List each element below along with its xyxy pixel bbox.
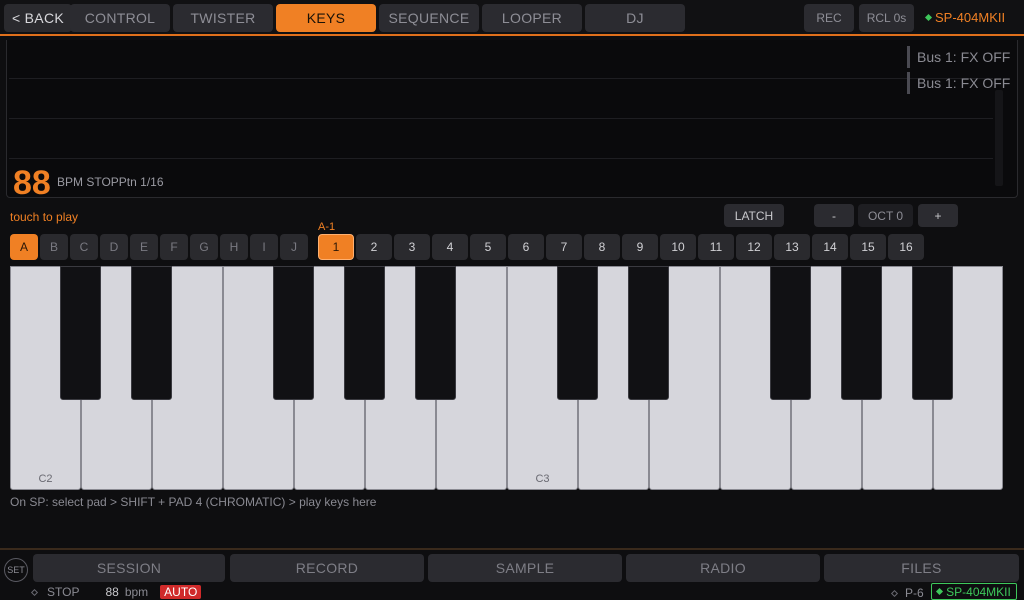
bank-button-i[interactable]: I bbox=[250, 234, 278, 260]
octave-up-button[interactable]: + bbox=[918, 204, 958, 227]
black-key[interactable] bbox=[841, 266, 882, 400]
black-key[interactable] bbox=[770, 266, 811, 400]
pad-indicator: P-6 bbox=[890, 586, 924, 600]
bank-button-d[interactable]: D bbox=[100, 234, 128, 260]
instruction-hint: On SP: select pad > SHIFT + PAD 4 (CHROM… bbox=[10, 495, 377, 509]
bpm-unit: bpm bbox=[124, 585, 149, 599]
bank-button-g[interactable]: G bbox=[190, 234, 218, 260]
pad-button-11[interactable]: 11 bbox=[698, 234, 734, 260]
diamond-icon bbox=[890, 589, 899, 597]
tab-record[interactable]: RECORD bbox=[230, 554, 424, 582]
black-key[interactable] bbox=[557, 266, 598, 400]
bpm-display: 88 bbox=[13, 164, 51, 202]
grid-line bbox=[9, 78, 993, 79]
piano-keyboard: C2 C3 bbox=[10, 266, 1003, 490]
black-key[interactable] bbox=[131, 266, 172, 400]
status-line: STOP 88 bpm AUTO bbox=[30, 584, 202, 600]
black-key[interactable] bbox=[628, 266, 669, 400]
transport-state: STOP bbox=[47, 585, 80, 599]
tab-radio[interactable]: RADIO bbox=[626, 554, 820, 582]
pad-button-12[interactable]: 12 bbox=[736, 234, 772, 260]
black-key[interactable] bbox=[344, 266, 385, 400]
key-label: C3 bbox=[535, 473, 550, 485]
octave-down-button[interactable]: - bbox=[814, 204, 854, 227]
back-button[interactable]: < BACK bbox=[4, 4, 72, 32]
top-nav-bar: < BACK CONTROL TWISTER KEYS SEQUENCE LOO… bbox=[0, 0, 1024, 36]
tab-session[interactable]: SESSION bbox=[33, 554, 225, 582]
diamond-icon bbox=[30, 588, 39, 596]
bank-button-a[interactable]: A bbox=[10, 234, 38, 260]
device-status: SP-404MKII bbox=[924, 10, 1006, 25]
bank-button-e[interactable]: E bbox=[130, 234, 158, 260]
tab-twister[interactable]: TWISTER bbox=[173, 4, 273, 32]
touch-hint: touch to play bbox=[10, 210, 79, 224]
bank-button-c[interactable]: C bbox=[70, 234, 98, 260]
pad-button-10[interactable]: 10 bbox=[660, 234, 696, 260]
pad-button-16[interactable]: 16 bbox=[888, 234, 924, 260]
pad-button-4[interactable]: 4 bbox=[432, 234, 468, 260]
tab-dj[interactable]: DJ bbox=[585, 4, 685, 32]
pad-button-13[interactable]: 13 bbox=[774, 234, 810, 260]
auto-badge[interactable]: AUTO bbox=[160, 585, 202, 599]
tab-control[interactable]: CONTROL bbox=[70, 4, 170, 32]
octave-display: OCT 0 bbox=[858, 204, 913, 227]
bus-log: Bus 1: FX OFF Bus 1: FX OFF bbox=[907, 42, 1010, 94]
tab-sample[interactable]: SAMPLE bbox=[428, 554, 622, 582]
pad-button-1[interactable]: 1 bbox=[318, 234, 354, 260]
tab-sequence[interactable]: SEQUENCE bbox=[379, 4, 479, 32]
tab-looper[interactable]: LOOPER bbox=[482, 4, 582, 32]
pad-button-2[interactable]: 2 bbox=[356, 234, 392, 260]
log-scrollbar[interactable] bbox=[995, 90, 1003, 186]
bank-button-j[interactable]: J bbox=[280, 234, 308, 260]
black-key[interactable] bbox=[415, 266, 456, 400]
monitor-panel: 88 BPM STOPPtn 1/16 Bus 1: FX OFF Bus 1:… bbox=[6, 40, 1018, 202]
black-key[interactable] bbox=[60, 266, 101, 400]
pad-button-5[interactable]: 5 bbox=[470, 234, 506, 260]
pad-button-9[interactable]: 9 bbox=[622, 234, 658, 260]
pad-button-15[interactable]: 15 bbox=[850, 234, 886, 260]
latch-button[interactable]: LATCH bbox=[724, 204, 784, 227]
black-key[interactable] bbox=[912, 266, 953, 400]
status-bpm: 88 bbox=[105, 585, 119, 599]
device-name: SP-404MKII bbox=[946, 584, 1011, 599]
current-pad-label: A-1 bbox=[318, 221, 336, 233]
pad-button-14[interactable]: 14 bbox=[812, 234, 848, 260]
bank-button-f[interactable]: F bbox=[160, 234, 188, 260]
pad-button-6[interactable]: 6 bbox=[508, 234, 544, 260]
tab-keys[interactable]: KEYS bbox=[276, 4, 376, 32]
current-pad: P-6 bbox=[905, 586, 924, 600]
rec-button[interactable]: REC bbox=[804, 4, 854, 32]
grid-line bbox=[9, 118, 993, 119]
pad-button-8[interactable]: 8 bbox=[584, 234, 620, 260]
green-diamond-icon bbox=[936, 587, 944, 596]
recall-button[interactable]: RCL 0s bbox=[859, 4, 914, 32]
device-connection-badge[interactable]: SP-404MKII bbox=[931, 583, 1017, 600]
log-line: Bus 1: FX OFF bbox=[907, 46, 1010, 68]
pad-button-3[interactable]: 3 bbox=[394, 234, 430, 260]
bottom-bar: SET SESSION RECORD SAMPLE RADIO FILES ST… bbox=[0, 548, 1024, 600]
bank-button-b[interactable]: B bbox=[40, 234, 68, 260]
settings-button[interactable]: SET bbox=[4, 558, 28, 582]
pad-button-7[interactable]: 7 bbox=[546, 234, 582, 260]
device-name: SP-404MKII bbox=[935, 10, 1006, 25]
key-label: C2 bbox=[38, 473, 53, 485]
transport-info: BPM STOPPtn 1/16 bbox=[57, 175, 164, 189]
black-key[interactable] bbox=[273, 266, 314, 400]
tab-files[interactable]: FILES bbox=[824, 554, 1019, 582]
bank-button-h[interactable]: H bbox=[220, 234, 248, 260]
connected-diamond-icon bbox=[924, 13, 933, 22]
grid-line bbox=[9, 158, 993, 159]
